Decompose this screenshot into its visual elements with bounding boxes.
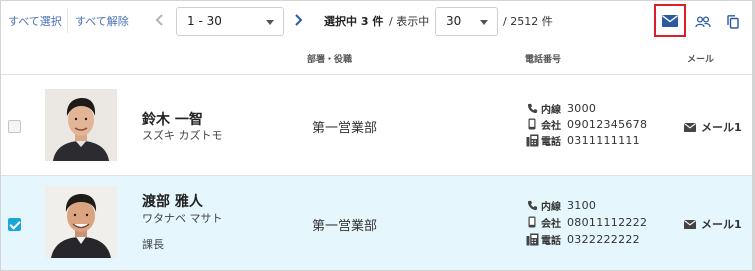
copy-icon <box>727 15 739 29</box>
list-toolbar: すべて選択 すべて解除 1 - 30 選択中 3 件 / 表示中 30 / 25… <box>1 1 754 43</box>
phone-label: 会社 <box>541 120 561 132</box>
phone-number[interactable]: 0322222222 <box>567 233 640 246</box>
copy-button[interactable] <box>718 8 748 36</box>
fax-icon <box>525 232 539 246</box>
mail-icon <box>662 14 678 27</box>
phone-office: 電話 0311111111 <box>525 132 640 148</box>
contact-dept: 第一営業部 <box>312 121 378 136</box>
phone-icon <box>525 101 539 115</box>
phone-label: 会社 <box>541 218 561 230</box>
page-range-select[interactable]: 1 - 30 <box>176 7 284 36</box>
phone-label: 電話 <box>541 136 561 148</box>
row-checkbox[interactable] <box>8 120 21 133</box>
send-mail-button[interactable] <box>654 4 686 37</box>
phone-extension: 内線 3000 <box>525 100 596 116</box>
phone-number[interactable]: 3000 <box>567 102 596 115</box>
contact-kana: スズキ カズトモ <box>142 129 223 142</box>
selected-count: 選択中 3 件 <box>324 15 384 28</box>
contact-list-panel: すべて選択 すべて解除 1 - 30 選択中 3 件 / 表示中 30 / 25… <box>0 0 755 271</box>
toolbar-divider <box>67 9 68 33</box>
total-count: / 2512 件 <box>503 15 553 28</box>
chevron-left-icon <box>155 14 163 26</box>
contact-kana: ワタナベ マサト <box>142 212 223 225</box>
panel-edge <box>752 1 754 270</box>
contact-name[interactable]: 渡部 雅人 <box>142 191 203 211</box>
table-header: 部署・役職 電話番号 メール <box>1 43 754 75</box>
phone-number[interactable]: 3100 <box>567 199 596 212</box>
phone-number[interactable]: 08011112222 <box>567 216 647 229</box>
person-photo <box>45 89 117 161</box>
column-header-dept: 部署・役職 <box>307 55 353 65</box>
column-header-phone: 電話番号 <box>525 55 562 65</box>
prev-page-button[interactable] <box>151 9 169 31</box>
mail-link[interactable]: メール1 <box>684 216 742 232</box>
chevron-down-icon <box>480 20 488 25</box>
contact-dept: 第一営業部 <box>312 219 378 234</box>
mail-icon <box>684 122 696 132</box>
fax-icon <box>525 133 539 147</box>
phone-number[interactable]: 0311111111 <box>567 134 640 147</box>
row-checkbox-checked[interactable] <box>8 218 21 231</box>
phone-label: 内線 <box>541 201 561 213</box>
per-page-select[interactable]: 30 <box>435 7 498 36</box>
phone-extension: 内線 3100 <box>525 197 596 213</box>
select-all-link[interactable]: すべて選択 <box>8 13 62 29</box>
chevron-right-icon <box>295 14 303 26</box>
phone-company: 会社 09012345678 <box>525 116 647 132</box>
phone-number[interactable]: 09012345678 <box>567 118 647 131</box>
phone-icon <box>525 198 539 212</box>
mail-label: メール1 <box>701 121 742 134</box>
avatar <box>45 186 117 258</box>
next-page-button[interactable] <box>289 9 307 31</box>
per-page-value: 30 <box>446 14 462 28</box>
contact-title: 課長 <box>142 238 164 251</box>
mobile-icon <box>525 117 539 131</box>
mail-label: メール1 <box>701 218 742 231</box>
group-icon <box>695 16 711 28</box>
phone-label: 内線 <box>541 104 561 116</box>
showing-label: / 表示中 <box>389 15 430 28</box>
mail-icon <box>684 219 696 229</box>
mail-link[interactable]: メール1 <box>684 119 742 135</box>
phone-label: 電話 <box>541 235 561 247</box>
group-button[interactable] <box>688 8 718 36</box>
deselect-all-link[interactable]: すべて解除 <box>75 13 129 29</box>
phone-company: 会社 08011112222 <box>525 214 647 230</box>
person-photo <box>45 186 117 258</box>
page-range-value: 1 - 30 <box>187 14 222 28</box>
table-row[interactable]: 渡部 雅人 ワタナベ マサト 課長 第一営業部 内線 3100 会社 08011… <box>1 176 754 270</box>
mobile-icon <box>525 215 539 229</box>
avatar <box>45 89 117 161</box>
chevron-down-icon <box>266 20 274 25</box>
table-row[interactable]: 鈴木 一智 スズキ カズトモ 第一営業部 内線 3000 会社 09012345… <box>1 76 754 176</box>
phone-office: 電話 0322222222 <box>525 231 640 247</box>
column-header-mail: メール <box>687 55 715 65</box>
contact-name[interactable]: 鈴木 一智 <box>142 109 203 129</box>
